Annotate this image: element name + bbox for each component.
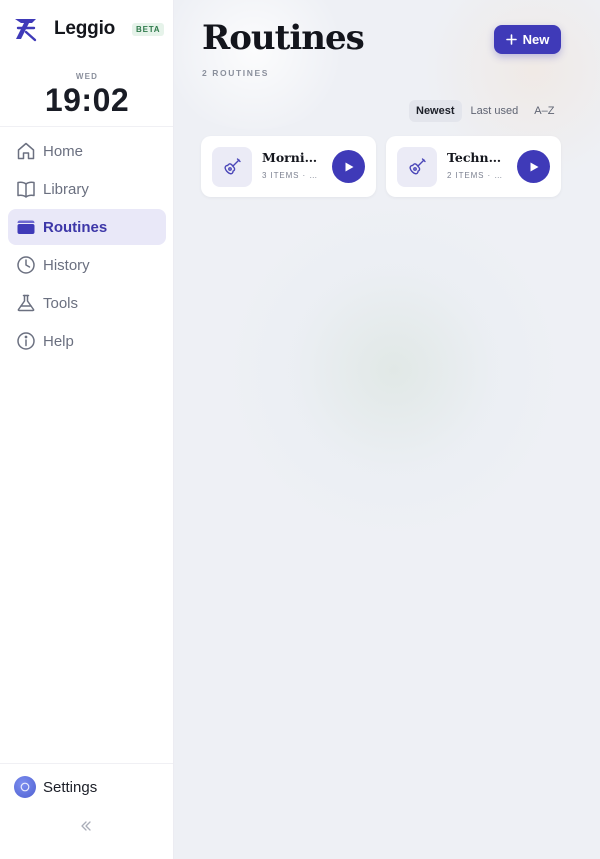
brand[interactable]: Leggio BETA bbox=[12, 14, 165, 44]
sidebar-item-library[interactable]: Library bbox=[8, 171, 166, 207]
plus-icon bbox=[505, 34, 517, 45]
new-routine-button[interactable]: New bbox=[494, 25, 561, 54]
info-icon bbox=[16, 331, 36, 351]
sidebar-item-label: Tools bbox=[43, 294, 79, 312]
clock-icon bbox=[16, 255, 36, 275]
sidebar-item-tools[interactable]: Tools bbox=[8, 285, 166, 321]
app-name: Leggio bbox=[54, 18, 116, 39]
collapse-sidebar-icon[interactable] bbox=[78, 818, 94, 834]
book-icon bbox=[16, 179, 36, 199]
sidebar-item-help[interactable]: Help bbox=[8, 323, 166, 359]
sidebar-item-label: Routines bbox=[43, 218, 108, 236]
clock-time: 19:02 bbox=[44, 82, 130, 118]
sidebar-nav: Home Library Routines History Tools Help bbox=[8, 133, 166, 361]
sidebar-divider bbox=[0, 126, 173, 127]
sort-options: Newest Last used A–Z bbox=[409, 100, 563, 122]
beta-badge: BETA bbox=[132, 23, 165, 36]
sidebar-item-history[interactable]: History bbox=[8, 247, 166, 283]
page-title: Routines bbox=[202, 18, 365, 58]
settings-label: Settings bbox=[43, 778, 98, 796]
routine-card[interactable]: Morning warm-up 3 ITEMS · 15 MIN bbox=[201, 136, 376, 197]
sidebar-item-label: Library bbox=[43, 180, 89, 198]
clock-widget: WED 19:02 bbox=[0, 72, 174, 119]
guitar-icon bbox=[224, 158, 241, 175]
sidebar: Leggio BETA WED 19:02 Home Library Routi… bbox=[0, 0, 174, 859]
sidebar-item-label: Help bbox=[43, 332, 74, 350]
leggio-logo-icon bbox=[15, 19, 37, 42]
sidebar-divider bbox=[0, 763, 173, 764]
play-routine-button[interactable] bbox=[517, 150, 550, 183]
sort-a-z[interactable]: A–Z bbox=[527, 100, 561, 122]
play-icon bbox=[345, 162, 353, 171]
flask-icon bbox=[16, 293, 36, 313]
play-icon bbox=[530, 162, 538, 171]
sidebar-item-label: Home bbox=[43, 142, 84, 160]
routine-card[interactable]: Technique drills 2 ITEMS · 20 MIN bbox=[386, 136, 561, 197]
sidebar-item-label: History bbox=[43, 256, 90, 274]
routine-icon-tile bbox=[397, 147, 437, 187]
main-content: Routines 2 ROUTINES New Newest Last used… bbox=[174, 0, 600, 859]
clock-day: WED bbox=[75, 72, 99, 81]
sidebar-item-routines[interactable]: Routines bbox=[8, 209, 166, 245]
sidebar-item-home[interactable]: Home bbox=[8, 133, 166, 169]
guitar-icon bbox=[409, 158, 426, 175]
routine-icon-tile bbox=[212, 147, 252, 187]
avatar bbox=[14, 776, 36, 798]
user-avatar-icon bbox=[20, 782, 30, 792]
routine-title: Technique drills bbox=[447, 150, 505, 165]
folder-icon bbox=[16, 217, 36, 237]
play-routine-button[interactable] bbox=[332, 150, 365, 183]
routine-meta: 2 ITEMS · 20 MIN bbox=[447, 171, 507, 180]
background-glow bbox=[214, 200, 574, 540]
sort-last-used[interactable]: Last used bbox=[464, 100, 526, 122]
new-button-label: New bbox=[522, 32, 550, 47]
routine-title: Morning warm-up bbox=[262, 150, 320, 165]
settings-button[interactable]: Settings bbox=[14, 776, 97, 798]
routine-meta: 3 ITEMS · 15 MIN bbox=[262, 171, 322, 180]
home-icon bbox=[16, 141, 36, 161]
routine-count: 2 ROUTINES bbox=[202, 68, 270, 78]
sort-newest[interactable]: Newest bbox=[409, 100, 462, 122]
